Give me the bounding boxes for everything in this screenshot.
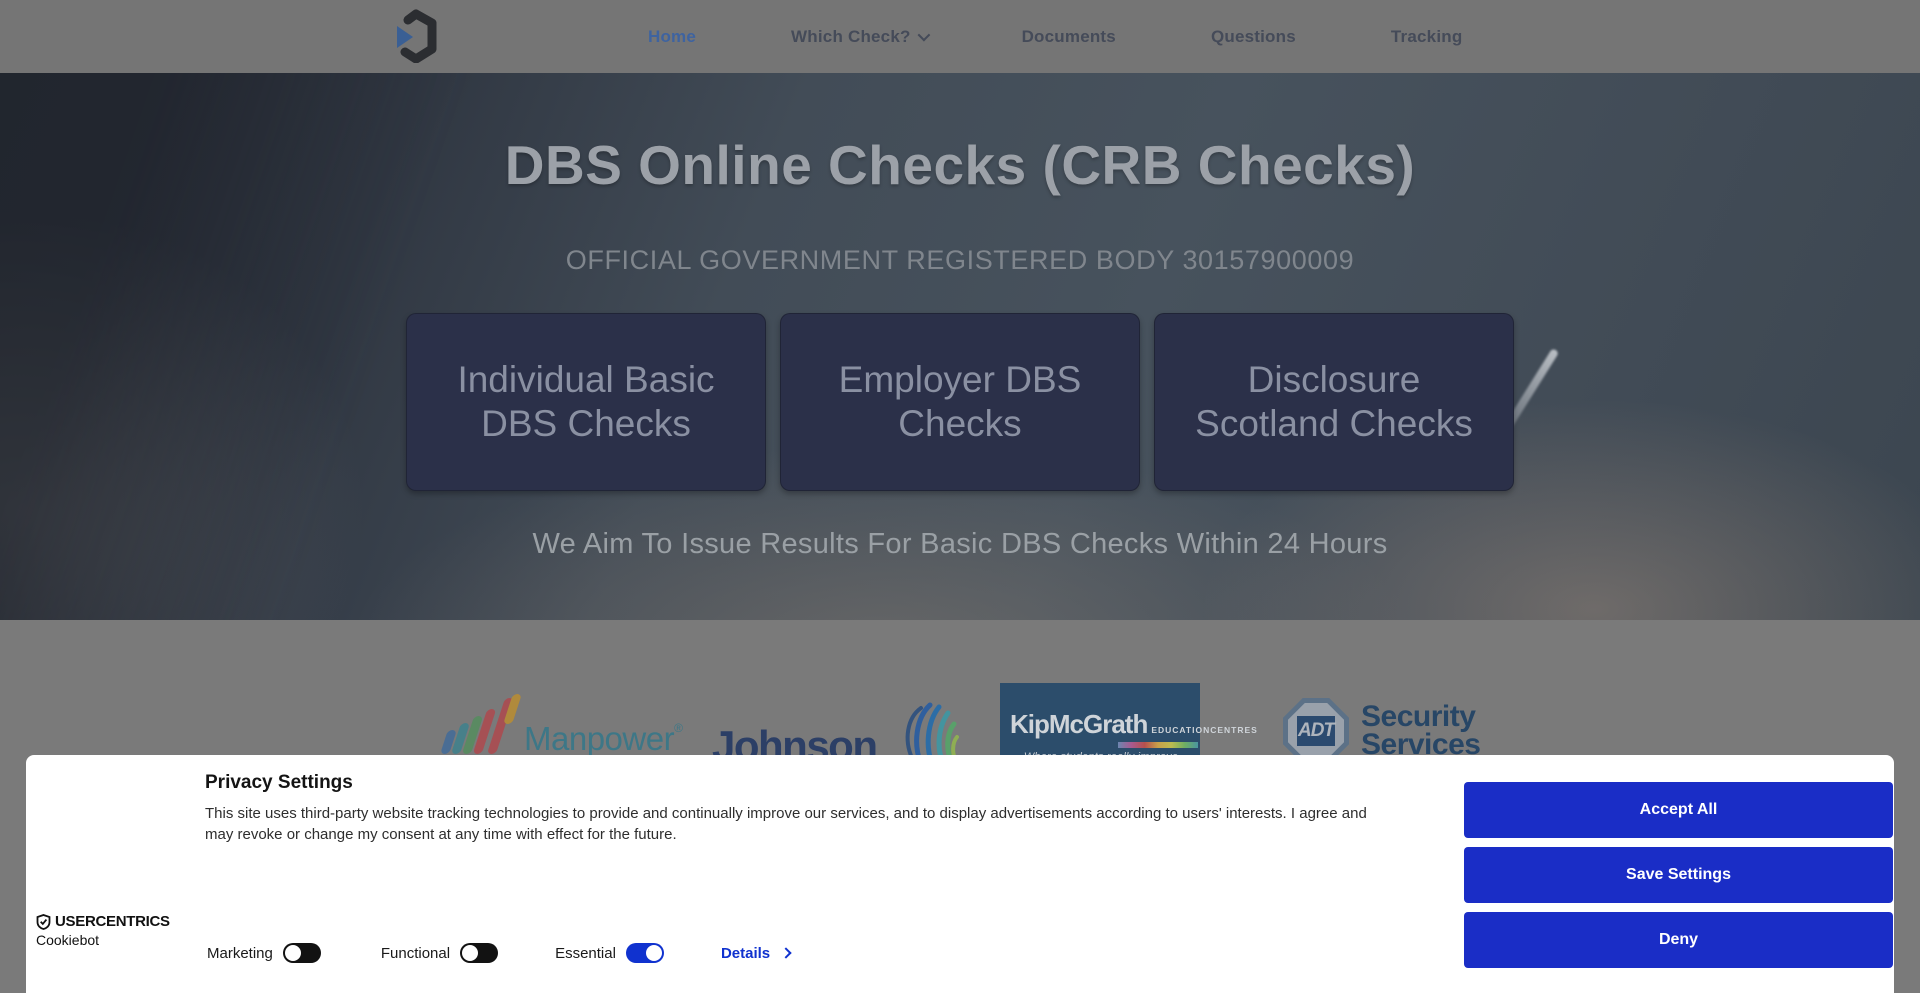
usercentrics-shield-icon [36, 914, 51, 930]
usercentrics-wordmark: USERCENTRICS [55, 913, 170, 930]
nav-item-questions[interactable]: Questions [1211, 27, 1296, 47]
hero-subtitle: OFFICIAL GOVERNMENT REGISTERED BODY 3015… [0, 245, 1920, 276]
usercentrics-brand: USERCENTRICS Cookiebot [36, 913, 170, 948]
chevron-down-icon [917, 29, 930, 42]
nav-item-home[interactable]: Home [648, 27, 696, 47]
page: Home Which Check? Documents Questions Tr… [0, 0, 1920, 993]
privacy-settings-description: This site uses third-party website track… [205, 803, 1390, 846]
nav-questions-label: Questions [1211, 27, 1296, 47]
manpower-reg-mark: ® [674, 721, 683, 735]
consent-toggle-row: Marketing Functional Essential Details [207, 943, 790, 963]
functional-toggle[interactable] [460, 943, 498, 963]
adt-letters: ADT [1298, 720, 1334, 742]
cookiebot-label: Cookiebot [36, 932, 170, 948]
marketing-label: Marketing [207, 945, 273, 962]
cookie-consent-banner: Privacy Settings This site uses third-pa… [26, 755, 1894, 993]
hero-button-row: Individual Basic DBS Checks Employer DBS… [0, 313, 1920, 491]
kipmcgrath-suffix: EDUCATIONCENTRES [1151, 725, 1258, 735]
essential-toggle-group: Essential [555, 943, 664, 963]
functional-toggle-group: Functional [381, 943, 498, 963]
disclosure-scotland-checks-button[interactable]: Disclosure Scotland Checks [1154, 313, 1514, 491]
kipmcgrath-rainbow-bar [1118, 742, 1198, 748]
details-link[interactable]: Details [721, 945, 790, 962]
adt-label-line1: Security [1361, 703, 1480, 732]
nav-item-documents[interactable]: Documents [1022, 27, 1116, 47]
nav-tracking-label: Tracking [1391, 27, 1463, 47]
individual-basic-dbs-checks-button[interactable]: Individual Basic DBS Checks [406, 313, 766, 491]
nav-documents-label: Documents [1022, 27, 1116, 47]
marketing-toggle-group: Marketing [207, 943, 321, 963]
top-navigation-bar: Home Which Check? Documents Questions Tr… [0, 0, 1920, 73]
nav-which-check-label: Which Check? [791, 27, 911, 47]
marketing-toggle[interactable] [283, 943, 321, 963]
essential-toggle[interactable] [626, 943, 664, 963]
hero-tagline: We Aim To Issue Results For Basic DBS Ch… [0, 528, 1920, 561]
accept-all-button[interactable]: Accept All [1464, 782, 1893, 838]
site-logo-icon[interactable] [390, 9, 438, 63]
nav-item-tracking[interactable]: Tracking [1391, 27, 1463, 47]
save-settings-button[interactable]: Save Settings [1464, 847, 1893, 903]
privacy-settings-title: Privacy Settings [205, 772, 353, 794]
details-label: Details [721, 945, 770, 962]
adt-label: Security Services [1361, 703, 1480, 760]
main-nav: Home Which Check? Documents Questions Tr… [648, 0, 1462, 73]
nav-item-which-check[interactable]: Which Check? [791, 27, 927, 47]
nav-home-label: Home [648, 27, 696, 47]
manpower-bars-icon [438, 692, 516, 758]
deny-button[interactable]: Deny [1464, 912, 1893, 968]
kipmcgrath-wordmark: KipMcGrath [1010, 709, 1147, 740]
manpower-logo: Manpower® [438, 692, 683, 758]
chevron-right-icon [780, 947, 791, 958]
essential-label: Essential [555, 945, 616, 962]
employer-dbs-checks-button[interactable]: Employer DBS Checks [780, 313, 1140, 491]
manpower-wordmark: Manpower [524, 720, 674, 757]
hero-section: DBS Online Checks (CRB Checks) OFFICIAL … [0, 73, 1920, 620]
consent-button-column: Accept All Save Settings Deny [1464, 782, 1893, 968]
functional-label: Functional [381, 945, 450, 962]
page-title: DBS Online Checks (CRB Checks) [0, 133, 1920, 197]
